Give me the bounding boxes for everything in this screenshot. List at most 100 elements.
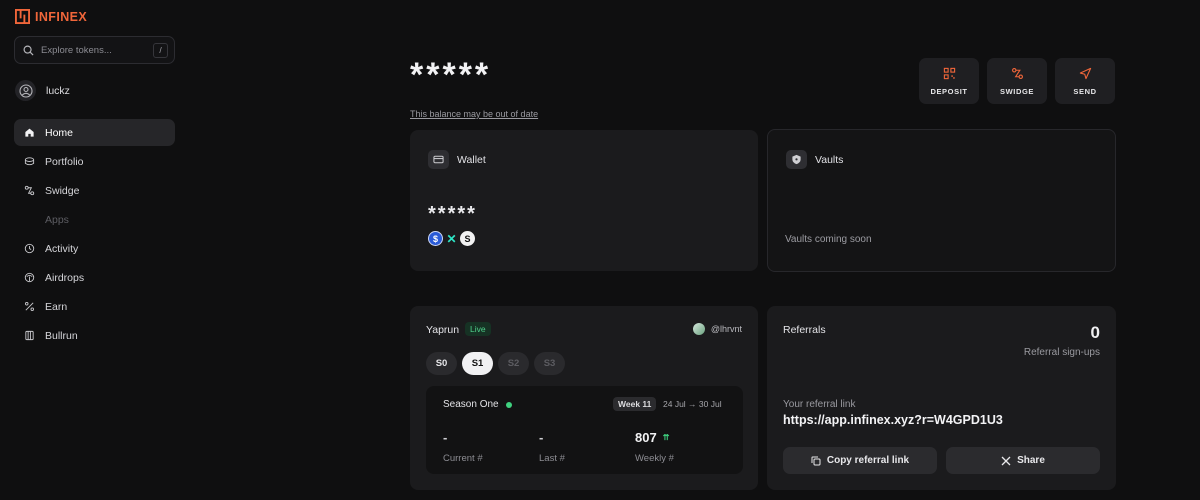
send-label: SEND [1073,86,1097,96]
week-dates: 24 Jul → 30 Jul [663,399,722,409]
vaults-title: Vaults [815,153,844,166]
copy-icon [811,456,821,465]
sidebar: INFINEX / luckz Home Portfolio Swidge Ap… [0,0,190,500]
tab-season-2[interactable]: S2 [498,352,529,375]
live-badge: Live [465,322,491,336]
copy-referral-label: Copy referral link [826,455,910,466]
stat-current: - Current # [443,430,483,464]
vault-icon-chip [786,150,807,169]
handle-avatar [692,323,705,335]
sidebar-item-label: Earn [45,300,68,313]
vaults-note: Vaults coming soon [785,234,872,245]
wallet-icon [433,155,444,164]
username: luckz [46,84,70,97]
yaprun-card: Yaprun Live @lhrvnt S0 S1 S2 S3 Season O… [410,306,758,490]
sidebar-item-label: Swidge [45,184,80,197]
tab-season-0[interactable]: S0 [426,352,457,375]
swidge-icon [1011,67,1023,79]
infinex-logo-icon [15,9,30,24]
season-name-text: Season One [443,399,499,410]
stat-weekly: 807 ⇈ Weekly # [635,430,674,464]
share-label: Share [1017,455,1045,466]
stat-current-value: - [443,430,448,445]
referral-link-label: Your referral link [783,399,856,410]
sidebar-nav: Home Portfolio Swidge Apps Activity Aird… [14,119,175,351]
stat-weekly-value: 807 [635,430,657,445]
search-input[interactable] [41,44,141,56]
stat-current-label: Current # [443,453,483,464]
swidge-button[interactable]: SWIDGE [987,58,1047,104]
week-badge: Week 11 [613,397,657,411]
vaults-header: Vaults [786,150,843,169]
send-icon [1079,67,1091,79]
send-button[interactable]: SEND [1055,58,1115,104]
sidebar-item-swidge[interactable]: Swidge [14,177,175,204]
coins-icon [24,157,35,166]
sidebar-item-bullrun[interactable]: Bullrun [14,322,175,349]
sidebar-item-apps[interactable]: Apps [14,206,175,233]
referrals-card: Referrals 0 Referral sign-ups Your refer… [767,306,1116,490]
search-shortcut: / [153,43,168,58]
season-tabs: S0 S1 S2 S3 [426,352,565,375]
book-icon [25,330,34,341]
action-buttons: DEPOSIT SWIDGE SEND [919,58,1115,104]
sidebar-item-label: Portfolio [45,155,84,168]
stat-last-label: Last # [539,453,565,464]
x-token-icon: ✕ [446,231,457,246]
qr-code-icon [943,67,955,79]
home-icon [25,128,34,137]
copy-referral-button[interactable]: Copy referral link [783,447,937,474]
handle-text: @lhrvnt [710,324,742,334]
balance-note-link[interactable]: This balance may be out of date [410,109,538,119]
user-profile[interactable]: luckz [15,80,70,101]
wallet-card[interactable]: Wallet ***** $ ✕ S [410,130,758,271]
sidebar-item-portfolio[interactable]: Portfolio [14,148,175,175]
sidebar-item-label: Activity [45,242,79,255]
usdc-icon: $ [428,231,443,246]
deposit-button[interactable]: DEPOSIT [919,58,979,104]
percent-icon [25,302,34,311]
sidebar-item-label: Home [45,126,74,139]
stat-last: - Last # [539,430,565,464]
token-list: $ ✕ S [428,231,475,246]
sidebar-item-activity[interactable]: Activity [14,235,175,262]
x-logo-icon [1001,456,1011,465]
deposit-label: DEPOSIT [930,86,968,96]
swidge-icon [24,185,35,196]
s-token-icon: S [460,231,475,246]
vaults-card[interactable]: Vaults Vaults coming soon [767,129,1116,272]
sidebar-item-earn[interactable]: Earn [14,293,175,320]
airdrop-icon [24,272,35,283]
wallet-icon-chip [428,150,449,169]
total-balance: ***** [410,56,492,94]
stat-weekly-label: Weekly # [635,453,674,464]
avatar [15,80,36,101]
sidebar-item-label: Bullrun [45,329,78,342]
social-handle[interactable]: @lhrvnt [692,323,742,335]
wallet-title: Wallet [457,153,486,166]
tab-season-1[interactable]: S1 [462,352,493,375]
referral-count: 0 [1090,323,1100,342]
trend-up-icon: ⇈ [662,433,670,442]
status-dot [505,401,512,408]
sidebar-item-airdrops[interactable]: Airdrops [14,264,175,291]
wallet-header: Wallet [428,150,486,169]
wallet-amount: ***** [428,203,477,225]
sidebar-item-label: Apps [45,213,69,226]
season-panel: Season One Week 11 24 Jul → 30 Jul - Cur… [426,386,743,474]
swidge-label: SWIDGE [999,86,1035,96]
user-icon [18,83,33,98]
clock-icon [24,243,35,254]
season-name: Season One [443,399,512,410]
search-bar[interactable]: / [14,36,175,64]
shield-icon [792,154,801,165]
sidebar-item-label: Airdrops [45,271,85,284]
referral-count-label: Referral sign-ups [1023,347,1100,358]
share-button[interactable]: Share [946,447,1100,474]
brand-logo[interactable]: INFINEX [15,9,87,24]
brand-name: INFINEX [35,9,88,24]
search-icon [23,45,34,56]
tab-season-3[interactable]: S3 [534,352,565,375]
sidebar-item-home[interactable]: Home [14,119,175,146]
referral-link[interactable]: https://app.infinex.xyz?r=W4GPD1U3 [783,413,1003,427]
